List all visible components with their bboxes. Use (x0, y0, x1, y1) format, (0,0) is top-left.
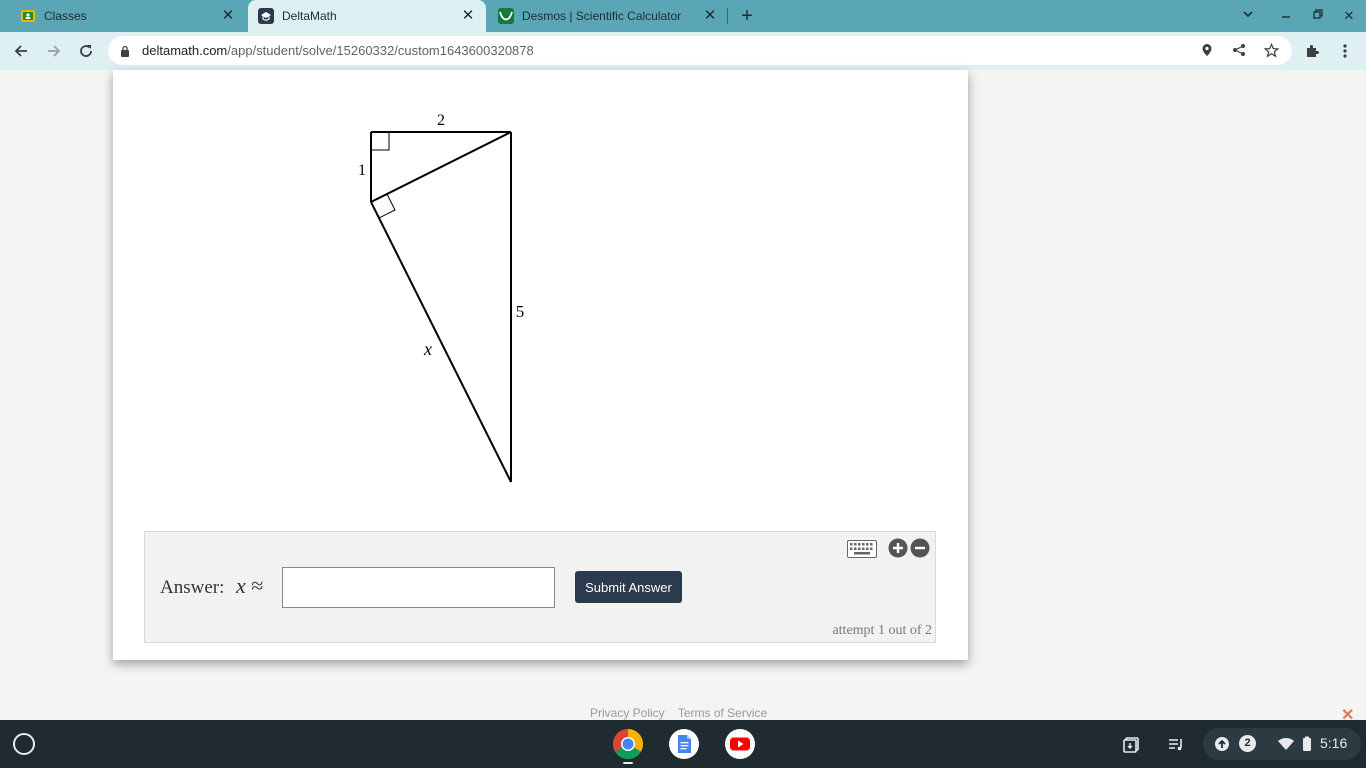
notification-count-badge[interactable]: 2 (1239, 735, 1256, 752)
answer-variable: x (236, 573, 246, 598)
active-app-indicator (623, 762, 633, 764)
update-icon[interactable] (1212, 734, 1232, 754)
attempt-counter: attempt 1 out of 2 (832, 623, 932, 638)
terms-of-service-link[interactable]: Terms of Service (678, 706, 767, 720)
clock[interactable]: 5:16 (1320, 735, 1347, 751)
location-pin-icon[interactable] (1199, 42, 1215, 58)
tab-label: DeltaMath (282, 9, 337, 23)
google-classroom-icon (20, 8, 36, 24)
address-bar[interactable]: deltamath.com/app/student/solve/15260332… (108, 36, 1292, 65)
share-icon[interactable] (1231, 42, 1247, 58)
minimize-icon[interactable] (1278, 8, 1294, 24)
label-top: 2 (437, 112, 445, 129)
reload-icon[interactable] (76, 41, 96, 61)
tab-deltamath[interactable]: DeltaMath ✕ (248, 0, 486, 32)
lock-icon[interactable] (120, 44, 130, 62)
zoom-in-icon[interactable] (888, 538, 908, 558)
privacy-policy-link[interactable]: Privacy Policy (590, 706, 665, 720)
browser-toolbar: deltamath.com/app/student/solve/15260332… (0, 32, 1366, 70)
tab-label: Classes (44, 9, 87, 23)
right-angle-mark-top (371, 132, 390, 151)
more-menu-icon[interactable] (1335, 41, 1355, 61)
label-left: 1 (358, 162, 366, 179)
url-path: /app/student/solve/15260332/custom164360… (227, 43, 534, 58)
os-shelf: 2 5:16 (0, 720, 1366, 768)
answer-input[interactable] (282, 567, 555, 608)
deltamath-icon (258, 8, 274, 24)
tab-search-icon[interactable] (1240, 8, 1256, 24)
approx-symbol: ≈ (251, 573, 264, 598)
close-window-icon[interactable]: ✕ (1341, 8, 1357, 24)
url-domain: deltamath.com (142, 43, 228, 58)
tab-separator (727, 8, 728, 24)
holding-space-icon[interactable] (1122, 734, 1142, 754)
close-tab-icon[interactable]: ✕ (460, 8, 476, 24)
media-controls-icon[interactable] (1166, 734, 1186, 754)
wifi-icon[interactable] (1276, 734, 1296, 754)
chrome-app-icon[interactable] (612, 728, 644, 760)
answer-panel: Answer: x ≈ Submit Answer attempt 1 out … (144, 531, 936, 643)
tab-desmos[interactable]: Desmos | Scientific Calculator ✕ (488, 0, 728, 32)
launcher-icon[interactable] (13, 733, 35, 755)
problem-card: 2 1 5 x Answer: x ≈ Submit Answer attemp… (113, 70, 968, 660)
restore-icon[interactable] (1310, 8, 1326, 24)
keyboard-icon[interactable] (847, 540, 877, 558)
close-tab-icon[interactable]: ✕ (220, 8, 236, 24)
zoom-out-icon[interactable] (910, 538, 930, 558)
youtube-app-icon[interactable] (724, 728, 756, 760)
close-tab-icon[interactable]: ✕ (702, 8, 718, 24)
tab-classes[interactable]: Classes ✕ (0, 0, 246, 32)
forward-arrow-icon[interactable] (44, 41, 64, 61)
submit-answer-button[interactable]: Submit Answer (575, 571, 682, 603)
tab-strip: Classes ✕ DeltaMath ✕ Desmos | Scientifi… (0, 0, 1366, 32)
label-right: 5 (516, 302, 525, 321)
tab-label: Desmos | Scientific Calculator (522, 9, 682, 23)
desmos-icon (498, 8, 514, 24)
footer-links: Privacy Policy Terms of Service (590, 706, 777, 720)
diagonal-side (370, 131, 512, 203)
battery-icon[interactable] (1297, 734, 1317, 754)
answer-expression: x ≈ (236, 573, 263, 599)
url-text: deltamath.com/app/student/solve/15260332… (142, 43, 534, 58)
extensions-puzzle-icon[interactable] (1302, 41, 1322, 61)
hypotenuse-x (370, 201, 512, 483)
back-arrow-icon[interactable] (11, 41, 31, 61)
triangle-diagram: 2 1 5 x (358, 112, 525, 483)
label-hypotenuse: x (423, 339, 432, 359)
answer-label: Answer: (160, 577, 225, 598)
new-tab-icon[interactable]: + (737, 6, 757, 26)
google-docs-app-icon[interactable] (668, 728, 700, 760)
bookmark-star-icon[interactable] (1263, 42, 1279, 58)
